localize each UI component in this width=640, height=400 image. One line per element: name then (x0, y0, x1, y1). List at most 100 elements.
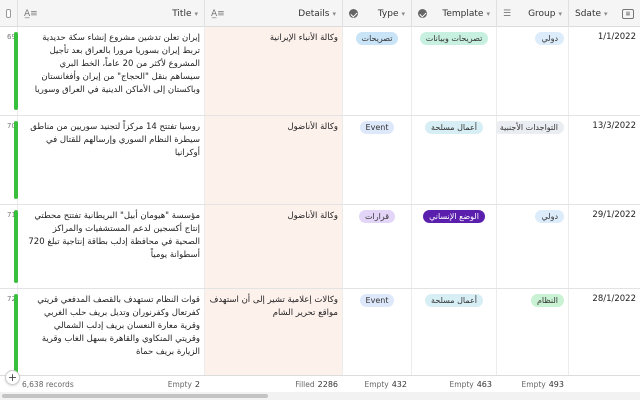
chevron-down-icon[interactable]: ▾ (194, 10, 198, 18)
column-header-template[interactable]: Template ▾ (412, 0, 497, 27)
title-summary-label: Empty (167, 380, 192, 389)
column-title-label: Title (172, 8, 192, 19)
chevron-down-icon[interactable]: ▾ (401, 10, 405, 18)
column-header-sdate[interactable]: Sdate ▾ ▦ (569, 0, 640, 27)
type-summary-value: 432 (391, 380, 407, 389)
details-summary-value: 2286 (317, 380, 338, 389)
template-cell[interactable]: أعمال مسلحة (412, 116, 497, 204)
template-cell[interactable]: الوضع الإنساني (412, 205, 497, 288)
type-cell[interactable]: تصريحات (343, 27, 412, 115)
template-summary[interactable]: Empty 463 (412, 376, 497, 393)
add-record-button[interactable]: + (5, 370, 20, 385)
type-cell[interactable]: Event (343, 116, 412, 204)
template-summary-label: Empty (449, 380, 474, 389)
sdate-value: 13/3/2022 (592, 121, 636, 131)
sdate-cell[interactable]: 13/3/2022 (569, 116, 640, 204)
column-template-label: Template (442, 8, 484, 19)
template-tag: أعمال مسلحة (425, 294, 483, 307)
template-tag: أعمال مسلحة (425, 121, 483, 134)
column-type-label: Type (377, 8, 399, 19)
sdate-value: 28/1/2022 (592, 294, 636, 304)
chevron-down-icon[interactable]: ▾ (332, 10, 336, 18)
template-tag: تصريحات وبيانات (419, 32, 489, 45)
chevron-down-icon[interactable]: ▾ (604, 10, 608, 18)
type-tag: قرارات (358, 210, 396, 223)
details-text: وكالة الأناضول (287, 211, 338, 221)
summary-footer: 6,638 records Empty 2 Filled 2286 Empty 432… (0, 375, 640, 392)
title-text: مؤسسة "هيومان أبيل" البريطانية تفتتح محط… (28, 211, 200, 260)
title-summary-value: 2 (194, 380, 200, 389)
text-field-icon: A̲≡ (211, 8, 225, 19)
group-cell[interactable]: النظام (497, 289, 569, 375)
table-row[interactable]: 69 إيران تعلن تدشين مشروع إنشاء سكة حديد… (0, 27, 640, 116)
horizontal-scrollbar[interactable] (0, 392, 640, 400)
data-grid: A̲≡ Title ▾ A̲≡ Details ▾ Type ▾ Templat… (0, 0, 640, 400)
chevron-down-icon[interactable]: ▾ (486, 10, 490, 18)
group-summary-value: 493 (548, 380, 564, 389)
text-field-icon: A̲≡ (24, 8, 38, 19)
group-tag: دولي (535, 210, 564, 223)
column-group-label: Group (528, 8, 556, 19)
type-cell[interactable]: Event (343, 289, 412, 375)
select-all-checkbox[interactable] (6, 9, 11, 18)
type-summary[interactable]: Empty 432 (343, 376, 412, 393)
group-cell[interactable]: دولي (497, 27, 569, 115)
details-summary-label: Filled (295, 380, 315, 389)
sdate-cell[interactable]: 29/1/2022 (569, 205, 640, 288)
single-select-icon (418, 9, 427, 18)
column-header-details[interactable]: A̲≡ Details ▾ (205, 0, 343, 27)
title-cell[interactable]: قوات النظام تستهدف بالقصف المدفعي قريتي … (18, 289, 205, 375)
table-row[interactable]: 71 مؤسسة "هيومان أبيل" البريطانية تفتتح … (0, 205, 640, 289)
type-tag: تصريحات (355, 32, 399, 45)
details-text: وكالة الأنباء الإيرانية (269, 33, 338, 43)
title-summary[interactable]: Empty 2 (142, 376, 205, 393)
record-count: 6,638 records (22, 376, 142, 393)
chevron-down-icon[interactable]: ▾ (558, 10, 562, 18)
table-row[interactable]: 70 روسيا تفتتح 14 مركزاً لتجنيد سوريين م… (0, 116, 640, 205)
details-summary[interactable]: Filled 2286 (205, 376, 343, 393)
details-cell[interactable]: وكالات إعلامية تشير إلى أن استهدف مواقع … (205, 289, 343, 375)
column-header-group[interactable]: ☰ Group ▾ (497, 0, 569, 27)
grid-header: A̲≡ Title ▾ A̲≡ Details ▾ Type ▾ Templat… (0, 0, 640, 27)
column-sdate-label: Sdate (575, 8, 602, 19)
record-count-text: 6,638 records (22, 380, 74, 389)
group-summary-label: Empty (521, 380, 546, 389)
type-tag: Event (359, 121, 395, 134)
sdate-value: 1/1/2022 (597, 32, 636, 42)
group-tag: النظام (530, 294, 564, 307)
details-cell[interactable]: وكالة الأناضول (205, 205, 343, 288)
calendar-icon: ▦ (622, 8, 634, 19)
table-row[interactable]: 72 قوات النظام تستهدف بالقصف المدفعي قري… (0, 289, 640, 375)
template-cell[interactable]: أعمال مسلحة (412, 289, 497, 375)
title-cell[interactable]: مؤسسة "هيومان أبيل" البريطانية تفتتح محط… (18, 205, 205, 288)
group-cell[interactable]: التواجدات الأجنبية (497, 116, 569, 204)
template-cell[interactable]: تصريحات وبيانات (412, 27, 497, 115)
group-cell[interactable]: دولي (497, 205, 569, 288)
single-select-icon (349, 9, 358, 18)
title-text: روسيا تفتتح 14 مركزاً لتجنيد سوريين من م… (30, 122, 200, 158)
group-summary[interactable]: Empty 493 (497, 376, 569, 393)
details-text: وكالات إعلامية تشير إلى أن استهدف مواقع … (209, 295, 338, 318)
column-header-type[interactable]: Type ▾ (343, 0, 412, 27)
details-cell[interactable]: وكالة الأناضول (205, 116, 343, 204)
template-tag: الوضع الإنساني (423, 210, 485, 223)
group-tag: التواجدات الأجنبية (497, 121, 564, 134)
sdate-cell[interactable]: 1/1/2022 (569, 27, 640, 115)
title-text: قوات النظام تستهدف بالقصف المدفعي قريتي … (37, 295, 200, 357)
details-text: وكالة الأناضول (287, 122, 338, 132)
select-all-cell[interactable] (0, 0, 18, 27)
type-tag: Event (359, 294, 395, 307)
title-cell[interactable]: إيران تعلن تدشين مشروع إنشاء سكة حديدية … (18, 27, 205, 115)
title-text: إيران تعلن تدشين مشروع إنشاء سكة حديدية … (34, 33, 200, 95)
group-tag: دولي (535, 32, 564, 45)
sdate-value: 29/1/2022 (592, 210, 636, 220)
scrollbar-thumb[interactable] (2, 394, 268, 398)
details-cell[interactable]: وكالة الأنباء الإيرانية (205, 27, 343, 115)
type-cell[interactable]: قرارات (343, 205, 412, 288)
list-icon: ☰ (503, 8, 512, 19)
column-details-label: Details (298, 8, 330, 19)
title-cell[interactable]: روسيا تفتتح 14 مركزاً لتجنيد سوريين من م… (18, 116, 205, 204)
template-summary-value: 463 (476, 380, 492, 389)
sdate-cell[interactable]: 28/1/2022 (569, 289, 640, 375)
column-header-title[interactable]: A̲≡ Title ▾ (18, 0, 205, 27)
